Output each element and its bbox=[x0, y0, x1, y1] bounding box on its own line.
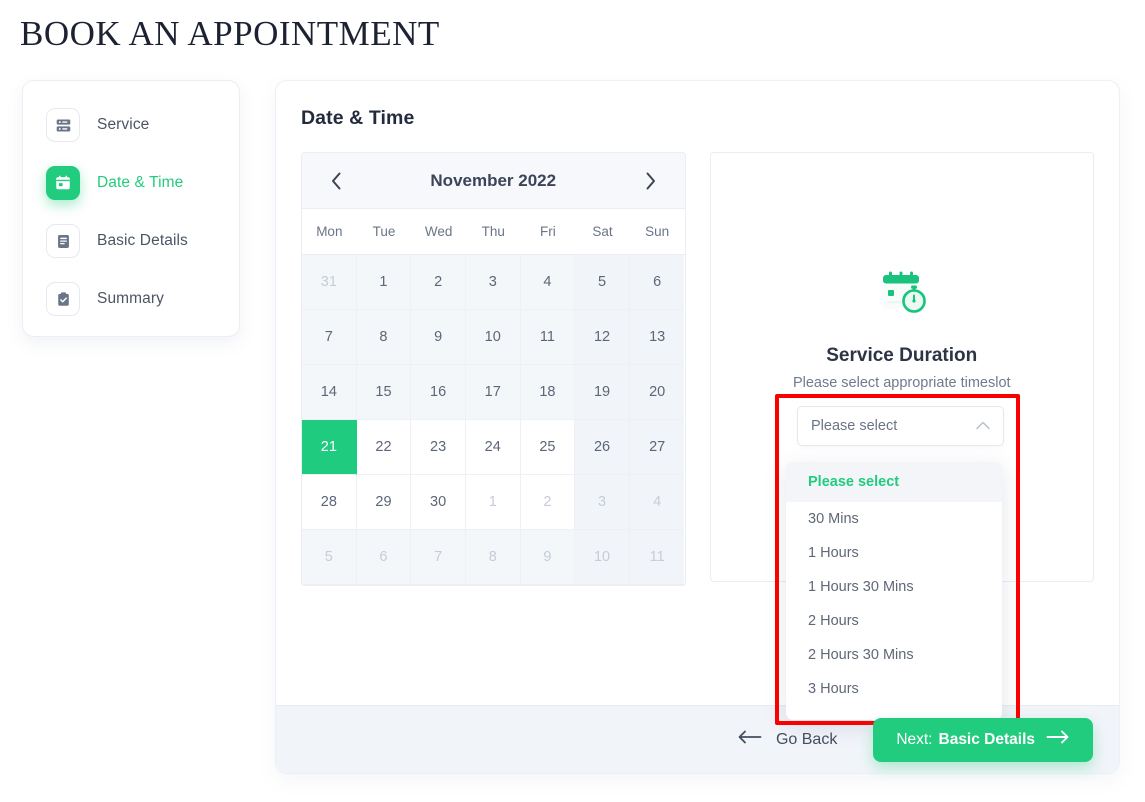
calendar-day-cell[interactable]: 30 bbox=[411, 475, 466, 530]
go-back-label: Go Back bbox=[775, 730, 838, 748]
calendar-stopwatch-icon bbox=[711, 261, 1094, 323]
calendar-day-cell[interactable]: 27 bbox=[629, 420, 685, 475]
select-option[interactable]: 30 Mins bbox=[786, 502, 1002, 536]
sidebar-item-date-time[interactable]: Date & Time bbox=[23, 161, 239, 205]
stepper-sidebar: Service Date & Time Basic Details Summar… bbox=[22, 80, 240, 337]
calendar-day-cell: 7 bbox=[411, 530, 466, 585]
calendar-day-cell: 9 bbox=[411, 310, 466, 365]
calendar-day-cell: 2 bbox=[411, 255, 466, 310]
calendar-day-cell: 31 bbox=[302, 255, 357, 310]
section-heading: Date & Time bbox=[301, 107, 415, 129]
select-option[interactable]: 3 Hours bbox=[786, 672, 1002, 706]
sidebar-item-service[interactable]: Service bbox=[23, 103, 239, 147]
sidebar-item-summary[interactable]: Summary bbox=[23, 277, 239, 321]
calendar-day-cell[interactable]: 26 bbox=[575, 420, 630, 475]
calendar-day-cell: 11 bbox=[520, 310, 576, 365]
calendar-day-cell: 2 bbox=[520, 475, 576, 530]
next-step-label: Basic Details bbox=[938, 730, 1036, 748]
calendar-day-cell[interactable]: 23 bbox=[411, 420, 466, 475]
calendar-day-cell[interactable]: 24 bbox=[465, 420, 521, 475]
calendar-day-cell: 10 bbox=[575, 530, 630, 585]
sidebar-item-basic-details[interactable]: Basic Details bbox=[23, 219, 239, 263]
select-option[interactable]: Please select bbox=[786, 462, 1002, 502]
calendar-day-cell: 11 bbox=[629, 530, 685, 585]
calendar-icon bbox=[46, 166, 80, 200]
chevron-left-icon[interactable] bbox=[322, 167, 350, 195]
calendar-day-cell: 7 bbox=[302, 310, 357, 365]
calendar-day-cell: 3 bbox=[575, 475, 630, 530]
calendar-day-cell: 20 bbox=[629, 365, 685, 420]
weekday-label: Tue bbox=[372, 224, 396, 239]
select-trigger[interactable]: Please select bbox=[797, 406, 1004, 446]
duration-title: Service Duration bbox=[826, 345, 978, 366]
calendar-day-cell[interactable]: 25 bbox=[520, 420, 576, 475]
arrow-left-icon bbox=[738, 730, 763, 749]
calendar-day-cell: 18 bbox=[520, 365, 576, 420]
sidebar-item-label: Service bbox=[97, 116, 150, 133]
duration-subtitle: Please select appropriate timeslot bbox=[792, 375, 1011, 391]
clipboard-check-icon bbox=[46, 282, 80, 316]
calendar-weekday-row: Mon Tue Wed Thu Fri Sat Sun bbox=[302, 209, 685, 255]
calendar-day-cell: 5 bbox=[575, 255, 630, 310]
calendar-day-cell: 15 bbox=[356, 365, 412, 420]
select-option[interactable]: 2 Hours bbox=[786, 604, 1002, 638]
server-stack-icon bbox=[46, 108, 80, 142]
calendar-header: November 2022 bbox=[302, 153, 685, 209]
calendar-day-cell: 4 bbox=[520, 255, 576, 310]
calendar-day-cell: 13 bbox=[629, 310, 685, 365]
select-options-menu[interactable]: Please select 30 Mins 1 Hours 1 Hours 30 Mi… bbox=[786, 462, 1002, 720]
calendar-day-cell: 8 bbox=[465, 530, 521, 585]
calendar-day-cell: 3 bbox=[465, 255, 521, 310]
calendar-day-cell: 16 bbox=[411, 365, 466, 420]
calendar-day-cell: 14 bbox=[302, 365, 357, 420]
calendar-day-grid[interactable]: 31 1 2 3 4 5 6 7 8 9 10 11 12 13 14 15 16 17 18 19 20 21 22 23 2… bbox=[302, 255, 685, 585]
calendar-day-cell: 17 bbox=[465, 365, 521, 420]
calendar-day-cell: 4 bbox=[629, 475, 685, 530]
next-prefix-label: Next: bbox=[896, 730, 933, 748]
arrow-right-icon bbox=[1046, 730, 1070, 749]
select-option[interactable]: 1 Hours 30 Mins bbox=[786, 570, 1002, 604]
calendar-month-label: November 2022 bbox=[430, 170, 557, 190]
chevron-up-icon[interactable] bbox=[976, 418, 990, 434]
calendar-day-cell: 1 bbox=[356, 255, 412, 310]
calendar-day-cell: 6 bbox=[629, 255, 685, 310]
weekday-label: Wed bbox=[424, 224, 453, 239]
calendar-day-cell: 6 bbox=[356, 530, 412, 585]
calendar-day-cell: 5 bbox=[302, 530, 357, 585]
service-duration-select[interactable]: Please select Please select 30 Mins 1 Hour… bbox=[786, 406, 1004, 720]
page-root: BOOK AN APPOINTMENT Service Date & Time … bbox=[0, 0, 1145, 802]
calendar-day-cell: 8 bbox=[356, 310, 412, 365]
calendar-day-cell[interactable]: 28 bbox=[302, 475, 357, 530]
select-option[interactable]: 1 Hours bbox=[786, 536, 1002, 570]
weekday-label: Sat bbox=[592, 224, 613, 239]
sidebar-item-label: Summary bbox=[97, 290, 165, 307]
sidebar-item-label: Basic Details bbox=[97, 232, 188, 249]
calendar-day-cell: 9 bbox=[520, 530, 576, 585]
go-back-button[interactable]: Go Back bbox=[738, 730, 837, 749]
weekday-label: Mon bbox=[316, 224, 343, 239]
next-basic-details-button[interactable]: Next: Basic Details bbox=[873, 717, 1093, 762]
calendar-day-cell: 10 bbox=[465, 310, 521, 365]
select-option[interactable]: 2 Hours 30 Mins bbox=[786, 638, 1002, 672]
calendar-day-cell[interactable]: 21 bbox=[302, 420, 357, 475]
calendar-widget: November 2022 Mon Tue Wed Thu Fri Sat Su… bbox=[301, 152, 686, 586]
select-value: Please select bbox=[811, 418, 898, 434]
calendar-day-cell[interactable]: 22 bbox=[356, 420, 412, 475]
calendar-day-cell[interactable]: 29 bbox=[356, 475, 412, 530]
sidebar-item-label: Date & Time bbox=[97, 174, 184, 191]
calendar-day-cell: 19 bbox=[575, 365, 630, 420]
document-lines-icon bbox=[46, 224, 80, 258]
weekday-label: Sun bbox=[645, 224, 670, 239]
chevron-right-icon[interactable] bbox=[637, 167, 665, 195]
calendar-day-cell: 12 bbox=[575, 310, 630, 365]
weekday-label: Thu bbox=[481, 224, 505, 239]
calendar-day-cell: 1 bbox=[465, 475, 521, 530]
page-title: BOOK AN APPOINTMENT bbox=[20, 14, 440, 53]
weekday-label: Fri bbox=[540, 224, 556, 239]
